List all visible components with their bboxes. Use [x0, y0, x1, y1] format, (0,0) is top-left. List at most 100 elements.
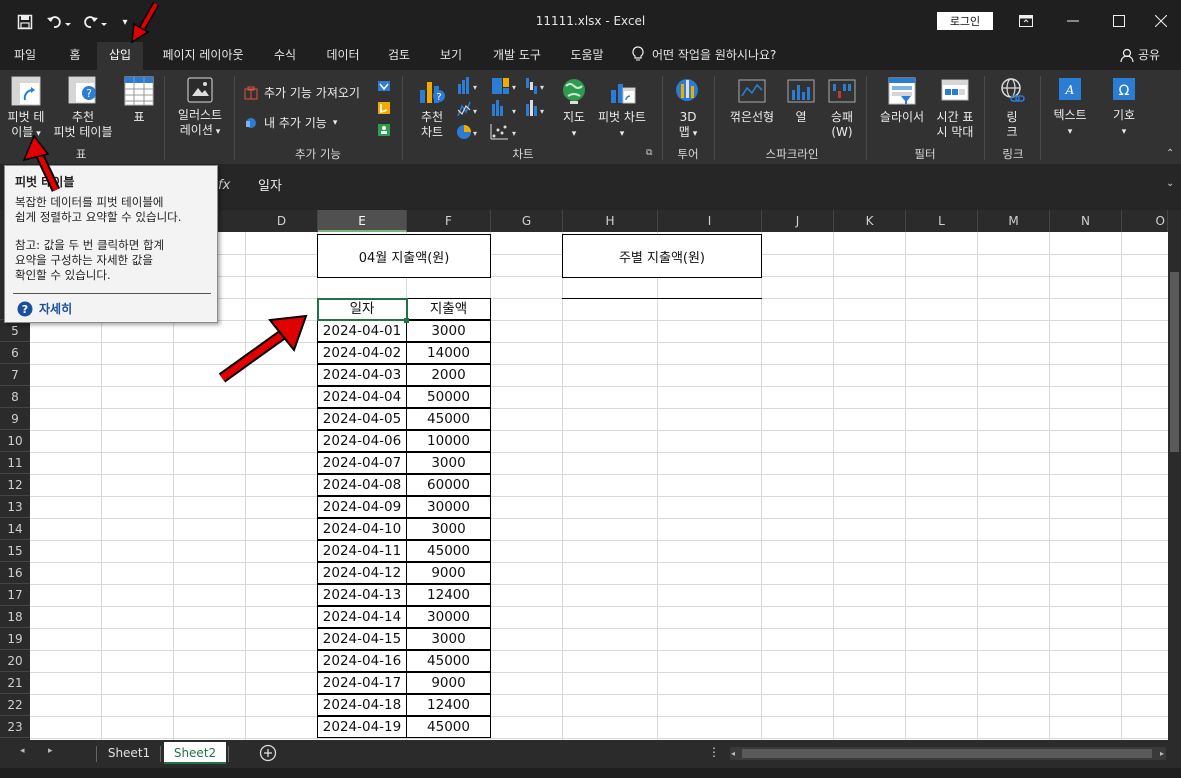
- people-graph-icon[interactable]: [376, 122, 392, 138]
- link-button[interactable]: 링 크: [994, 76, 1030, 140]
- row-header-21[interactable]: 21: [0, 672, 30, 694]
- row-header-19[interactable]: 19: [0, 628, 30, 650]
- tab-view[interactable]: 보기: [430, 42, 472, 70]
- tab-page-layout[interactable]: 페이지 레이아웃: [150, 42, 256, 70]
- column-header-l[interactable]: L: [906, 210, 978, 232]
- header-amount-cell[interactable]: 지출액: [406, 298, 491, 320]
- maps-button[interactable]: 지도 ▾: [558, 76, 590, 142]
- minimize-icon[interactable]: [1053, 10, 1093, 32]
- amount-cell[interactable]: 9000: [406, 672, 491, 694]
- amount-cell[interactable]: 2000: [406, 364, 491, 386]
- horizontal-scrollbar-thumb[interactable]: [742, 749, 1152, 758]
- tab-insert[interactable]: 삽입: [97, 42, 143, 70]
- amount-cell[interactable]: 12400: [406, 584, 491, 606]
- column-header-h[interactable]: H: [563, 210, 658, 232]
- row-header-20[interactable]: 20: [0, 650, 30, 672]
- date-cell[interactable]: 2024-04-15: [317, 628, 407, 650]
- more-options-icon[interactable]: ⋮: [708, 745, 720, 759]
- amount-cell[interactable]: 45000: [406, 540, 491, 562]
- close-icon[interactable]: [1141, 10, 1181, 32]
- row-header-12[interactable]: 12: [0, 474, 30, 496]
- date-cell[interactable]: 2024-04-05: [317, 408, 407, 430]
- amount-cell[interactable]: 3000: [406, 518, 491, 540]
- horizontal-scrollbar[interactable]: ◂ ▸: [730, 747, 1166, 760]
- sparkline-column-button[interactable]: 열: [784, 76, 818, 125]
- save-icon[interactable]: [14, 12, 36, 32]
- bing-maps-icon[interactable]: [376, 100, 392, 116]
- fill-handle[interactable]: [404, 318, 409, 323]
- amount-cell[interactable]: 45000: [406, 650, 491, 672]
- scroll-right-icon[interactable]: ▸: [1160, 747, 1164, 760]
- row-header-14[interactable]: 14: [0, 518, 30, 540]
- monthly-total-box[interactable]: 04월 지출액(원): [317, 234, 491, 278]
- amount-cell[interactable]: 3000: [406, 628, 491, 650]
- date-cell[interactable]: 2024-04-06: [317, 430, 407, 452]
- column-header-m[interactable]: M: [978, 210, 1050, 232]
- date-cell[interactable]: 2024-04-14: [317, 606, 407, 628]
- amount-cell[interactable]: 50000: [406, 386, 491, 408]
- visio-icon[interactable]: [376, 78, 392, 94]
- illustrations-button[interactable]: 일러스트 레이션 ▾: [170, 76, 230, 140]
- column-header-k[interactable]: K: [834, 210, 906, 232]
- sheet-tab-sheet2[interactable]: Sheet2: [164, 742, 226, 764]
- date-cell[interactable]: 2024-04-01: [317, 320, 407, 342]
- my-addins-button[interactable]: 내 추가 기능 ▾: [244, 114, 337, 131]
- date-cell[interactable]: 2024-04-04: [317, 386, 407, 408]
- column-header-f[interactable]: F: [407, 210, 491, 232]
- recommended-pivot-button[interactable]: ? 추천 피벗 테이블: [50, 76, 116, 140]
- date-cell[interactable]: 2024-04-13: [317, 584, 407, 606]
- pivot-table-button[interactable]: 피벗 테 이블 ▾: [4, 76, 48, 142]
- tab-developer[interactable]: 개발 도구: [482, 42, 552, 70]
- timeline-button[interactable]: 시간 표 시 막대: [932, 76, 978, 140]
- tab-data[interactable]: 데이터: [318, 42, 368, 70]
- column-header-o[interactable]: O: [1122, 210, 1168, 232]
- column-header-i[interactable]: I: [658, 210, 762, 232]
- row-header-8[interactable]: 8: [0, 386, 30, 408]
- row-header-6[interactable]: 6: [0, 342, 30, 364]
- pivot-chart-button[interactable]: 피벗 차트 ▾: [594, 76, 650, 142]
- row-header-13[interactable]: 13: [0, 496, 30, 518]
- date-cell[interactable]: 2024-04-17: [317, 672, 407, 694]
- amount-cell[interactable]: 45000: [406, 716, 491, 738]
- scroll-tabs-right-icon[interactable]: ▸: [48, 746, 53, 756]
- column-header-d[interactable]: D: [246, 210, 318, 232]
- redo-icon[interactable]: [80, 12, 110, 32]
- date-cell[interactable]: 2024-04-09: [317, 496, 407, 518]
- customize-qat-icon[interactable]: ▾: [116, 12, 134, 32]
- sparkline-winloss-button[interactable]: 승패 (W): [824, 76, 860, 140]
- amount-cell[interactable]: 9000: [406, 562, 491, 584]
- tab-review[interactable]: 검토: [378, 42, 420, 70]
- scroll-left-icon[interactable]: ◂: [731, 747, 735, 760]
- get-addins-button[interactable]: 추가 기능 가져오기: [244, 84, 360, 101]
- row-header-16[interactable]: 16: [0, 562, 30, 584]
- amount-cell[interactable]: 3000: [406, 452, 491, 474]
- date-cell[interactable]: 2024-04-07: [317, 452, 407, 474]
- formula-input[interactable]: 일자: [248, 174, 1168, 200]
- text-button[interactable]: A 텍스트 ▾: [1046, 76, 1094, 140]
- row-header-15[interactable]: 15: [0, 540, 30, 562]
- add-sheet-icon[interactable]: [259, 744, 277, 762]
- date-cell[interactable]: 2024-04-18: [317, 694, 407, 716]
- date-cell[interactable]: 2024-04-02: [317, 342, 407, 364]
- column-header-g[interactable]: G: [491, 210, 563, 232]
- row-header-22[interactable]: 22: [0, 694, 30, 716]
- amount-cell[interactable]: 10000: [406, 430, 491, 452]
- column-header-j[interactable]: J: [762, 210, 834, 232]
- ribbon-display-options-icon[interactable]: [1006, 10, 1046, 32]
- row-header-11[interactable]: 11: [0, 452, 30, 474]
- fx-icon[interactable]: fx: [218, 178, 230, 193]
- date-cell[interactable]: 2024-04-19: [317, 716, 407, 738]
- expand-formula-bar-icon[interactable]: ⌄: [1166, 178, 1174, 189]
- table-button[interactable]: 표: [122, 76, 156, 125]
- collapse-ribbon-icon[interactable]: ⌃: [1166, 148, 1174, 159]
- vertical-scrollbar[interactable]: [1168, 232, 1181, 740]
- vertical-scrollbar-thumb[interactable]: [1170, 272, 1179, 452]
- sheet-tab-sheet1[interactable]: Sheet1: [100, 742, 158, 764]
- undo-icon[interactable]: [44, 12, 74, 32]
- slicer-button[interactable]: 슬라이서: [874, 76, 930, 125]
- row-header-7[interactable]: 7: [0, 364, 30, 386]
- amount-cell[interactable]: 14000: [406, 342, 491, 364]
- tab-home[interactable]: 홈: [56, 42, 94, 70]
- date-cell[interactable]: 2024-04-12: [317, 562, 407, 584]
- sparkline-line-button[interactable]: 꺾은선형: [726, 76, 778, 125]
